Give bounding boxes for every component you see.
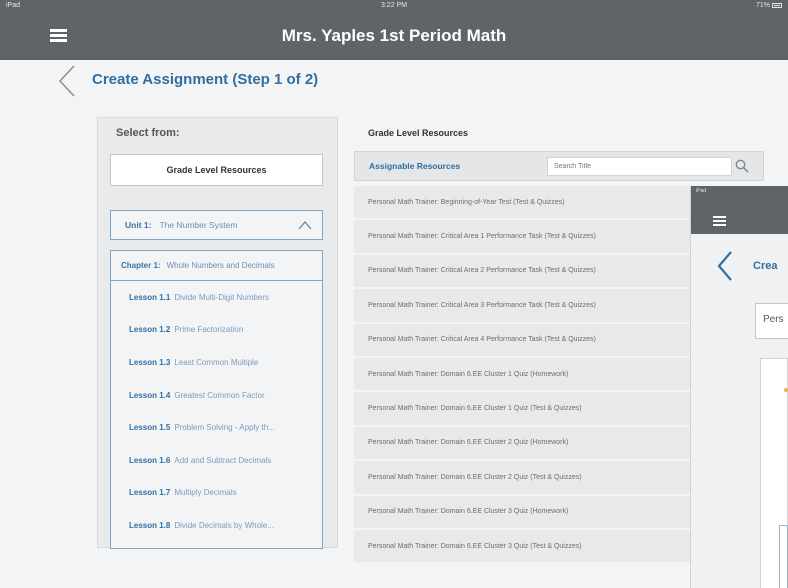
status-time: 3:22 PM — [380, 2, 408, 9]
status-battery: 71% — [756, 2, 782, 9]
unit-name: The Number System — [159, 220, 238, 230]
lesson-item[interactable]: Lesson 1.1 Divide Multi-Digit Numbers — [111, 281, 322, 314]
resource-item[interactable]: Personal Math Trainer: Domain 6.EE Clust… — [354, 529, 694, 565]
lesson-label: Lesson 1.3 — [129, 357, 171, 367]
unit-label: Unit 1: — [125, 220, 152, 230]
lesson-item[interactable]: Lesson 1.2 Prime Factorization — [111, 314, 322, 347]
battery-percent: 71% — [755, 2, 770, 9]
lesson-name: Prime Factorization — [174, 325, 244, 335]
app-title: Mrs. Yaples 1st Period Math — [281, 26, 507, 45]
status-carrier: iPad — [6, 2, 21, 9]
lesson-item[interactable]: Lesson 1.6 Add and Subtract Decimals — [111, 444, 322, 477]
lesson-label: Lesson 1.8 — [129, 520, 171, 530]
chevron-up-icon[interactable] — [298, 219, 312, 231]
lesson-name: Divide Multi-Digit Numbers — [174, 292, 270, 302]
overlay-inner-box — [779, 525, 788, 588]
resource-item[interactable]: Personal Math Trainer: Domain 6.EE Clust… — [354, 461, 694, 496]
lesson-item[interactable]: Lesson 1.4 Greatest Common Factor — [111, 379, 322, 412]
overlay-top-bar: iPad — [691, 186, 788, 234]
chapter-row[interactable]: Chapter 1: Whole Numbers and Decimals — [111, 251, 322, 281]
lesson-name: Add and Subtract Decimals — [174, 455, 272, 465]
resource-item[interactable]: Personal Math Trainer: Critical Area 3 P… — [354, 289, 694, 324]
resource-item[interactable]: Personal Math Trainer: Critical Area 2 P… — [354, 254, 694, 290]
resource-item[interactable]: Personal Math Trainer: Critical Area 1 P… — [354, 220, 694, 255]
assignable-resources-label: Assignable Resources — [369, 161, 461, 171]
resource-item[interactable]: Personal Math Trainer: Domain 6.EE Clust… — [354, 495, 694, 530]
chapter-list: Chapter 1: Whole Numbers and Decimals Le… — [110, 250, 323, 549]
select-from-panel: Select from: Grade Level Resources Unit … — [97, 117, 338, 549]
resource-item[interactable]: Personal Math Trainer: Domain 6.EE Clust… — [354, 392, 694, 427]
lesson-label: Lesson 1.6 — [129, 455, 171, 465]
grade-level-resources-button[interactable]: Grade Level Resources — [110, 154, 323, 186]
back-chevron-icon[interactable] — [56, 64, 78, 98]
select-from-label: Select from: — [116, 127, 180, 139]
chapter-label: Chapter 1: — [121, 261, 161, 270]
lesson-name: Multiply Decimals — [174, 488, 237, 498]
lesson-item[interactable]: Lesson 1.3 Least Common Multiple — [111, 346, 322, 379]
resource-item[interactable]: Personal Math Trainer: Beginning-of-Year… — [354, 186, 694, 221]
lesson-item[interactable]: Lesson 1.7 Multiply Decimals — [111, 477, 322, 510]
overlay-status: iPad — [696, 188, 707, 194]
search-icon[interactable] — [735, 159, 749, 173]
page-title: Create Assignment (Step 1 of 2) — [92, 71, 319, 88]
search-input[interactable] — [547, 157, 732, 176]
lesson-label: Lesson 1.2 — [129, 325, 171, 335]
lesson-name: Greatest Common Factor — [174, 390, 265, 400]
resources-title: Grade Level Resources — [368, 128, 469, 138]
resource-item[interactable]: Personal Math Trainer: Critical Area 4 P… — [354, 323, 694, 358]
resource-item[interactable]: Personal Math Trainer: Domain 6.EE Clust… — [354, 357, 694, 393]
overlay-title: Crea — [753, 260, 778, 272]
lesson-label: Lesson 1.1 — [129, 292, 171, 302]
lesson-name: Least Common Multiple — [174, 357, 259, 367]
battery-icon — [772, 2, 782, 8]
unit-selector[interactable]: Unit 1: The Number System — [110, 210, 323, 240]
lesson-item[interactable]: Lesson 1.5 Problem Solving - Apply th... — [111, 411, 322, 444]
lesson-label: Lesson 1.4 — [129, 390, 171, 400]
resource-item[interactable]: Personal Math Trainer: Domain 6.EE Clust… — [354, 426, 694, 462]
overlay-field[interactable]: Pers — [755, 303, 788, 339]
overlay-indicator-dot — [784, 388, 788, 392]
lesson-name: Problem Solving - Apply th... — [174, 423, 275, 433]
overlay-back-chevron-icon[interactable] — [716, 250, 734, 282]
top-bar: iPad 3:22 PM 71% Mrs. Yaples 1st Period … — [0, 0, 788, 60]
lesson-label: Lesson 1.5 — [129, 423, 171, 433]
assignable-resources-bar: Assignable Resources — [354, 151, 764, 181]
resource-list: Personal Math Trainer: Beginning-of-Year… — [354, 186, 694, 565]
lesson-name: Divide Decimals by Whole... — [174, 520, 274, 530]
chapter-name: Whole Numbers and Decimals — [166, 261, 275, 270]
overlay-menu-icon[interactable] — [713, 216, 726, 226]
lesson-item[interactable]: Lesson 1.8 Divide Decimals by Whole... — [111, 509, 322, 542]
lesson-label: Lesson 1.7 — [129, 488, 171, 498]
